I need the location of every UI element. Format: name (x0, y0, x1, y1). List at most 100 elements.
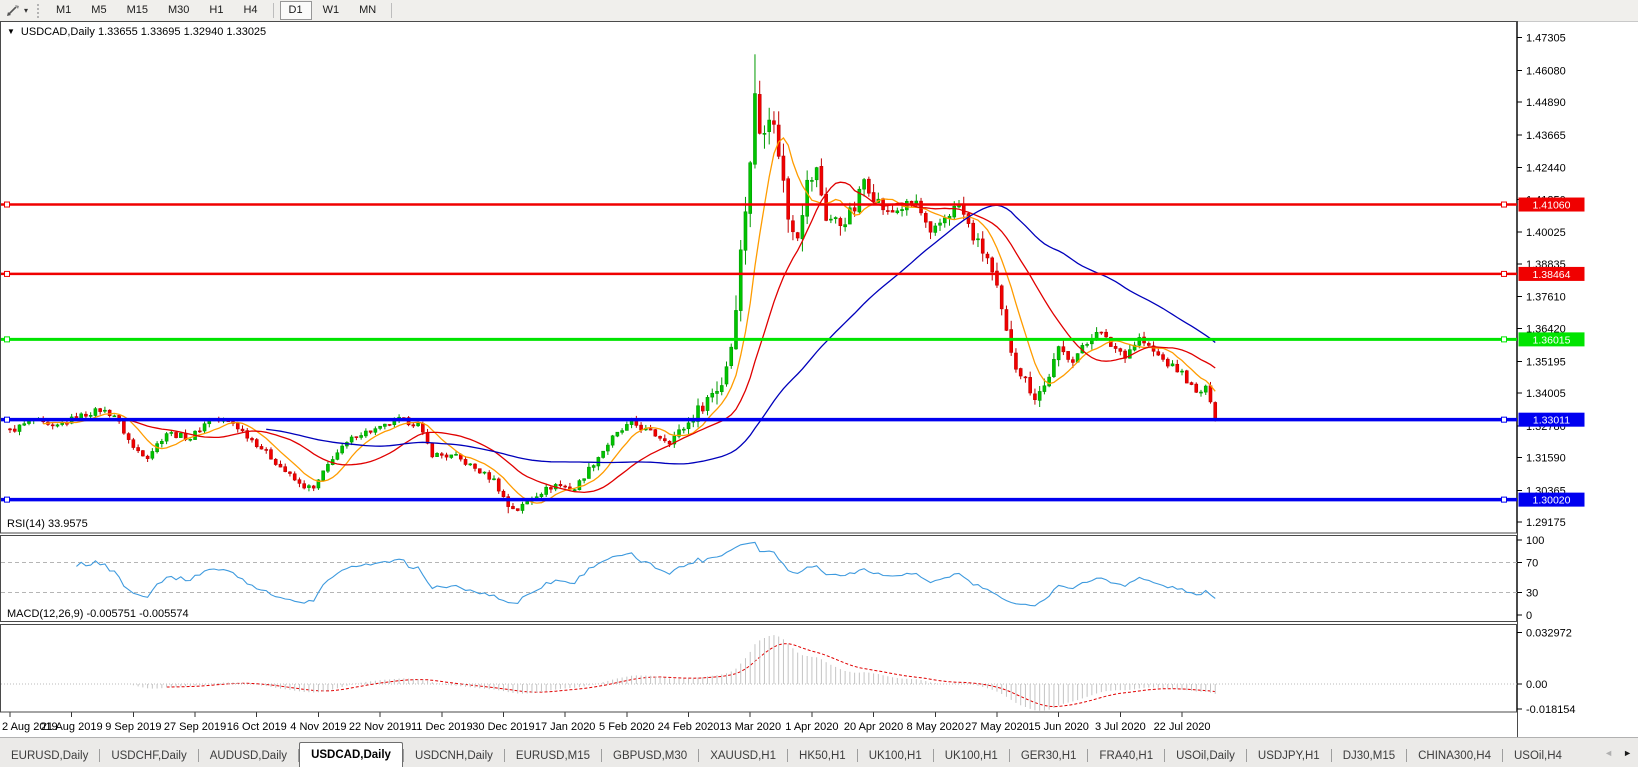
level-price-tag-text: 1.36015 (1533, 334, 1571, 346)
chart-tab-uk100-h1[interactable]: UK100,H1 (858, 746, 933, 767)
svg-text:27 May 2020: 27 May 2020 (965, 721, 1029, 733)
toolbar-grip[interactable] (37, 3, 40, 18)
svg-text:21 Aug 2019: 21 Aug 2019 (41, 721, 103, 733)
svg-text:30: 30 (1526, 588, 1538, 600)
svg-text:70: 70 (1526, 558, 1538, 570)
level-anchor-handle[interactable] (4, 496, 10, 503)
svg-text:1.47305: 1.47305 (1526, 33, 1566, 45)
svg-text:0.00: 0.00 (1526, 679, 1547, 691)
top-toolbar: ▾ M1 M5 M15 M30 H1 H4 D1 W1 MN (0, 0, 1638, 22)
svg-text:1.29175: 1.29175 (1526, 517, 1566, 529)
svg-text:5 Feb 2020: 5 Feb 2020 (599, 721, 655, 733)
svg-text:22 Jul 2020: 22 Jul 2020 (1154, 721, 1211, 733)
chart-tab-ger30-h1[interactable]: GER30,H1 (1010, 746, 1088, 767)
svg-text:1.42440: 1.42440 (1526, 163, 1566, 175)
timeframe-toolbar: M1 M5 M15 M30 H1 H4 D1 W1 MN (46, 1, 397, 20)
chart-tab-audusd-daily[interactable]: AUDUSD,Daily (199, 746, 298, 767)
level-anchor-handle[interactable] (4, 270, 10, 277)
level-price-tag-text: 1.33011 (1533, 415, 1570, 427)
level-anchor-handle[interactable] (4, 416, 10, 423)
chart-tabs-bar: EURUSD,Daily USDCHF,Daily AUDUSD,Daily USDC… (0, 737, 1638, 767)
chart-tab-dj30-m15[interactable]: DJ30,M15 (1332, 746, 1406, 767)
chart-title-symbol: USDCAD,Daily (20, 26, 95, 38)
timeframe-button-h4[interactable]: H4 (234, 1, 266, 20)
svg-text:9 Sep 2019: 9 Sep 2019 (105, 721, 161, 733)
chart-tab-eurusd-m15[interactable]: EURUSD,M15 (505, 746, 601, 767)
chart-tab-usoil-h4[interactable]: USOil,H4 (1503, 746, 1573, 767)
date-axis[interactable]: 2 Aug 201921 Aug 2019 9 Sep 2019 27 Sep 20… (2, 712, 1211, 734)
svg-text:0: 0 (1526, 610, 1532, 622)
svg-text:1.31590: 1.31590 (1526, 453, 1566, 465)
svg-text:0.032972: 0.032972 (1526, 628, 1572, 640)
level-price-tag-text: 1.38464 (1533, 269, 1571, 281)
level-price-tag-text: 1.41060 (1533, 200, 1571, 212)
scroll-right-icon[interactable]: ► (1623, 748, 1632, 758)
svg-text:1.44890: 1.44890 (1526, 97, 1566, 109)
level-anchor-handle[interactable] (1501, 270, 1507, 277)
timeframe-button-m5[interactable]: M5 (82, 1, 115, 20)
level-anchor-handle[interactable] (4, 336, 10, 343)
timeframe-button-m1[interactable]: M1 (47, 1, 80, 20)
svg-text:13 Mar 2020: 13 Mar 2020 (719, 721, 781, 733)
svg-text:1.37610: 1.37610 (1526, 292, 1566, 304)
timeframe-button-mn[interactable]: MN (350, 1, 385, 20)
chart-tab-china300-h4[interactable]: CHINA300,H4 (1407, 746, 1502, 767)
svg-text:1 Apr 2020: 1 Apr 2020 (785, 721, 838, 733)
macd-indicator-label: MACD(12,26,9) -0.005751 -0.005574 (7, 608, 189, 620)
chart-title-ohlc: 1.33655 1.33695 1.32940 1.33025 (97, 26, 267, 38)
timeframe-button-m15[interactable]: M15 (118, 1, 157, 20)
svg-text:24 Feb 2020: 24 Feb 2020 (658, 721, 720, 733)
chart-title: ▼ USDCAD,Daily 1.33655 1.33695 1.32940 1.… (7, 26, 266, 38)
svg-text:15 Jun 2020: 15 Jun 2020 (1028, 721, 1089, 733)
timeframe-button-w1[interactable]: W1 (314, 1, 349, 20)
drawing-tool-icon (7, 4, 19, 16)
chart-tab-usdchf-daily[interactable]: USDCHF,Daily (100, 746, 197, 767)
svg-text:100: 100 (1526, 535, 1544, 547)
toolbar-separator (391, 3, 393, 18)
svg-text:1.35195: 1.35195 (1526, 356, 1566, 368)
timeframe-button-m30[interactable]: M30 (159, 1, 198, 20)
svg-text:8 May 2020: 8 May 2020 (907, 721, 964, 733)
svg-text:16 Oct 2019: 16 Oct 2019 (227, 721, 287, 733)
level-anchor-handle[interactable] (1501, 416, 1507, 423)
level-anchor-handle[interactable] (4, 201, 10, 208)
svg-text:17 Jan 2020: 17 Jan 2020 (535, 721, 596, 733)
svg-text:1.40025: 1.40025 (1526, 227, 1566, 239)
svg-text:11 Dec 2019: 11 Dec 2019 (411, 721, 473, 733)
chart-tab-usdcnh-daily[interactable]: USDCNH,Daily (404, 746, 504, 767)
chart-tabs: EURUSD,Daily USDCHF,Daily AUDUSD,Daily USDC… (0, 738, 1573, 767)
scroll-left-icon[interactable]: ◄ (1604, 748, 1613, 758)
level-anchor-handle[interactable] (1501, 496, 1507, 503)
level-price-tag-text: 1.30020 (1533, 495, 1571, 507)
svg-text:27 Sep 2019: 27 Sep 2019 (164, 721, 226, 733)
timeframe-button-d1[interactable]: D1 (279, 1, 312, 20)
drawing-tool-button[interactable]: ▾ (0, 4, 31, 18)
level-anchor-handle[interactable] (1501, 336, 1507, 343)
toolbar-separator (272, 3, 274, 18)
svg-text:4 Nov 2019: 4 Nov 2019 (290, 721, 346, 733)
level-anchor-handle[interactable] (1501, 201, 1507, 208)
rsi-indicator-label: RSI(14) 33.9575 (7, 518, 88, 530)
chart-tab-eurusd-daily[interactable]: EURUSD,Daily (0, 746, 99, 767)
svg-text:1.46080: 1.46080 (1526, 65, 1566, 77)
svg-text:20 Apr 2020: 20 Apr 2020 (844, 721, 903, 733)
tool-caret-icon[interactable]: ▾ (24, 6, 28, 15)
chart-tab-gbpusd-m30[interactable]: GBPUSD,M30 (602, 746, 698, 767)
svg-text:1.34005: 1.34005 (1526, 388, 1566, 400)
chart-tab-usdcad-daily[interactable]: USDCAD,Daily (299, 742, 403, 767)
chart-tab-uk100-h1[interactable]: UK100,H1 (934, 746, 1009, 767)
chart-tab-usdjpy-h1[interactable]: USDJPY,H1 (1247, 746, 1331, 767)
chart-tab-usoil-daily[interactable]: USOil,Daily (1165, 746, 1246, 767)
tab-scroll-arrows: ◄ ► (1596, 739, 1638, 767)
chart-tab-fra40-h1[interactable]: FRA40,H1 (1088, 746, 1164, 767)
chart-tab-hk50-h1[interactable]: HK50,H1 (788, 746, 857, 767)
chart-tab-xauusd-h1[interactable]: XAUUSD,H1 (699, 746, 787, 767)
svg-text:3 Jul 2020: 3 Jul 2020 (1095, 721, 1146, 733)
chart-canvas[interactable]: 1.473051.460801.448901.436651.424401.412… (0, 21, 1638, 737)
svg-text:30 Dec 2019: 30 Dec 2019 (472, 721, 534, 733)
timeframe-button-h1[interactable]: H1 (200, 1, 232, 20)
svg-text:22 Nov 2019: 22 Nov 2019 (349, 721, 411, 733)
svg-text:-0.018154: -0.018154 (1526, 704, 1576, 716)
chart-region: 1.473051.460801.448901.436651.424401.412… (0, 21, 1638, 737)
collapse-triangle-icon[interactable]: ▼ (7, 27, 15, 36)
